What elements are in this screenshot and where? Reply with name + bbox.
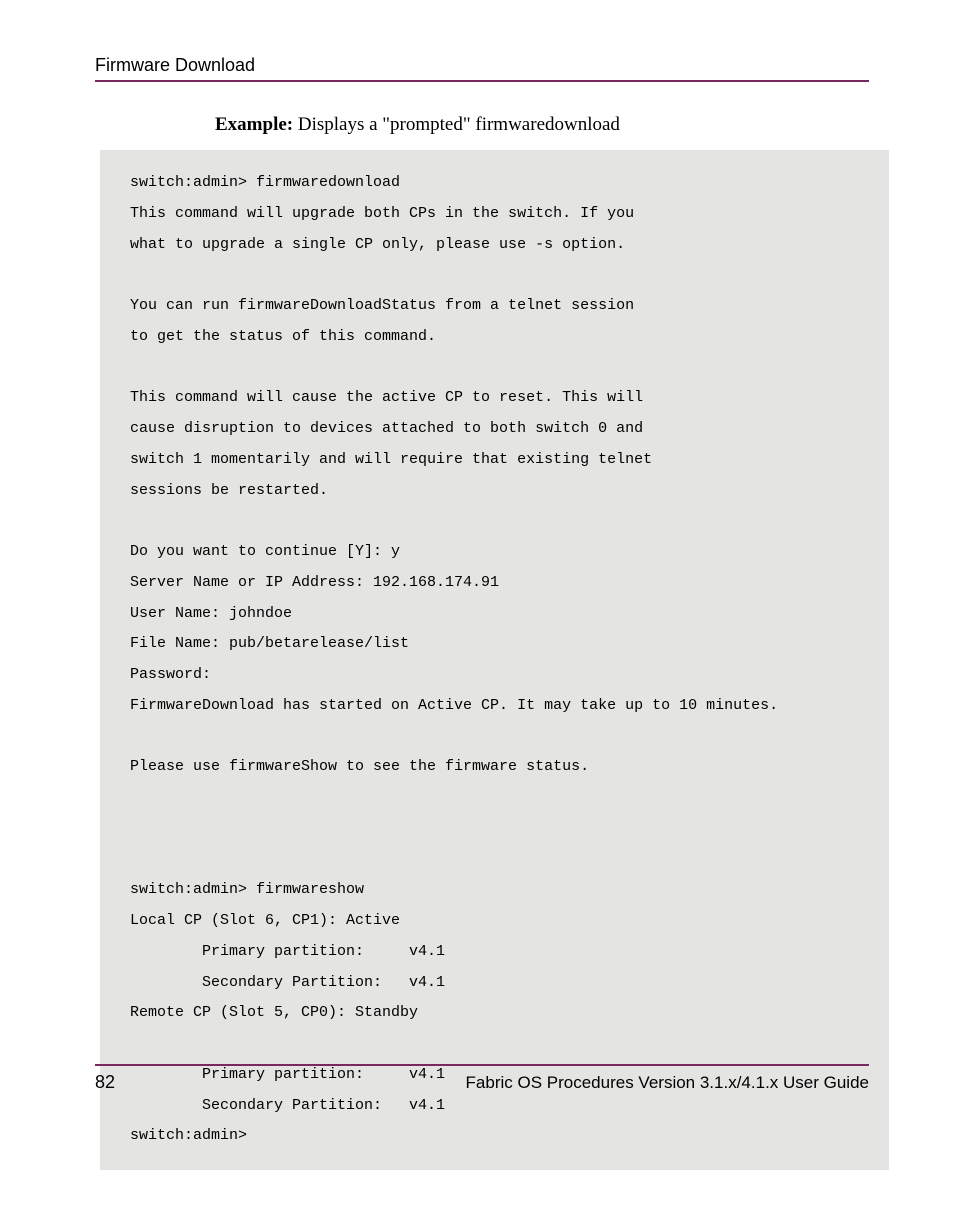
section-title: Firmware Download: [95, 55, 869, 76]
page-footer: 82 Fabric OS Procedures Version 3.1.x/4.…: [95, 1064, 869, 1093]
page-number: 82: [95, 1072, 115, 1093]
example-heading: Example: Displays a "prompted" firmwared…: [215, 114, 869, 136]
page-header: Firmware Download: [95, 55, 869, 82]
code-block: switch:admin> firmwaredownload This comm…: [100, 150, 889, 1170]
example-label: Example:: [215, 114, 293, 135]
example-description: Displays a "prompted" firmwaredownload: [293, 114, 620, 135]
footer-doc-title: Fabric OS Procedures Version 3.1.x/4.1.x…: [466, 1073, 869, 1093]
